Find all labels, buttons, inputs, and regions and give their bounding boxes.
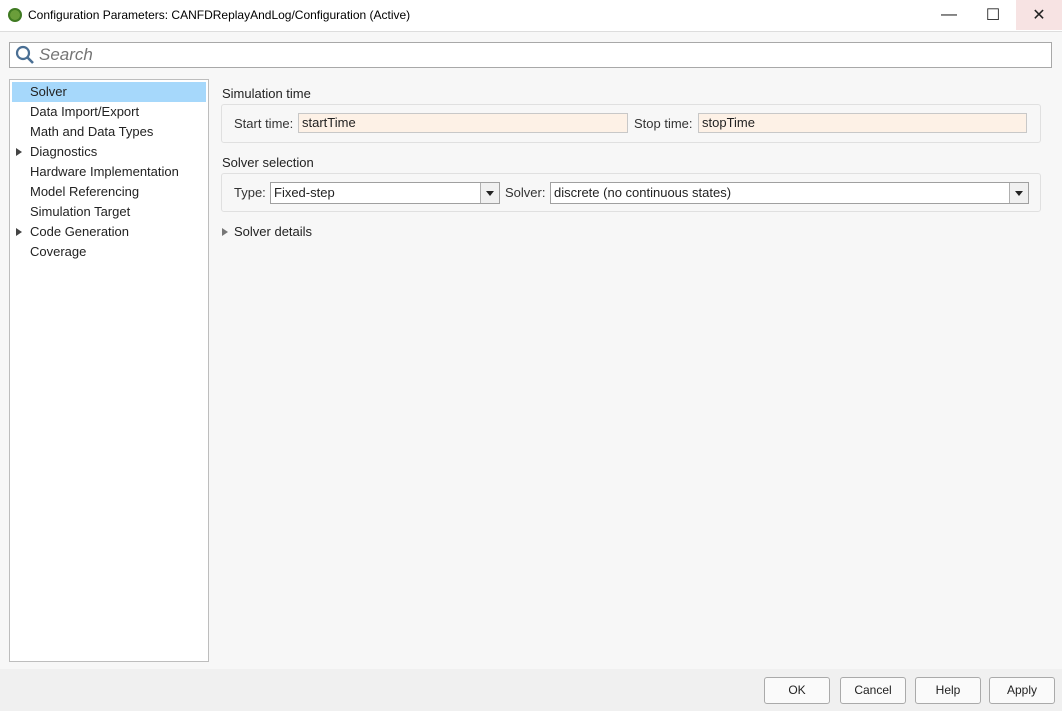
start-time-input[interactable]: startTime bbox=[298, 113, 628, 133]
simulation-time-heading: Simulation time bbox=[222, 86, 311, 101]
type-label: Type: bbox=[234, 185, 266, 200]
tree-item-hardware-implementation[interactable]: Hardware Implementation bbox=[12, 162, 206, 182]
maximize-button[interactable]: ☐ bbox=[970, 0, 1016, 30]
expand-triangle-icon bbox=[222, 228, 228, 236]
solver-label: Solver: bbox=[505, 185, 546, 200]
tree-item-code-generation[interactable]: Code Generation bbox=[12, 222, 206, 242]
stop-time-input[interactable]: stopTime bbox=[698, 113, 1027, 133]
expand-triangle-icon[interactable] bbox=[16, 228, 22, 236]
expand-triangle-icon[interactable] bbox=[16, 148, 22, 156]
tree-item-diagnostics[interactable]: Diagnostics bbox=[12, 142, 206, 162]
simulink-config-icon bbox=[8, 8, 22, 22]
category-tree: Solver Data Import/Export Math and Data … bbox=[9, 79, 209, 662]
solver-details-toggle[interactable]: Solver details bbox=[222, 224, 312, 240]
tree-item-model-referencing[interactable]: Model Referencing bbox=[12, 182, 206, 202]
title-bar: Configuration Parameters: CANFDReplayAnd… bbox=[0, 0, 1062, 32]
tree-item-solver[interactable]: Solver bbox=[12, 82, 206, 102]
search-input[interactable] bbox=[39, 45, 1019, 65]
stop-time-label: Stop time: bbox=[634, 116, 693, 131]
chevron-down-icon[interactable] bbox=[1009, 183, 1028, 203]
close-button[interactable]: ✕ bbox=[1016, 0, 1062, 30]
minimize-button[interactable]: — bbox=[926, 0, 972, 30]
help-button[interactable]: Help bbox=[915, 677, 981, 704]
tree-item-simulation-target[interactable]: Simulation Target bbox=[12, 202, 206, 222]
search-box[interactable] bbox=[9, 42, 1052, 68]
type-dropdown[interactable]: Fixed-step bbox=[270, 182, 500, 204]
solver-selection-heading: Solver selection bbox=[222, 155, 314, 170]
tree-item-data-import-export[interactable]: Data Import/Export bbox=[12, 102, 206, 122]
search-icon bbox=[15, 45, 34, 64]
window-title: Configuration Parameters: CANFDReplayAnd… bbox=[28, 8, 411, 22]
tree-item-math-data-types[interactable]: Math and Data Types bbox=[12, 122, 206, 142]
tree-item-coverage[interactable]: Coverage bbox=[12, 242, 206, 262]
chevron-down-icon[interactable] bbox=[480, 183, 499, 203]
start-time-label: Start time: bbox=[234, 116, 294, 131]
cancel-button[interactable]: Cancel bbox=[840, 677, 906, 704]
apply-button[interactable]: Apply bbox=[989, 677, 1055, 704]
ok-button[interactable]: OK bbox=[764, 677, 830, 704]
solver-dropdown[interactable]: discrete (no continuous states) bbox=[550, 182, 1029, 204]
